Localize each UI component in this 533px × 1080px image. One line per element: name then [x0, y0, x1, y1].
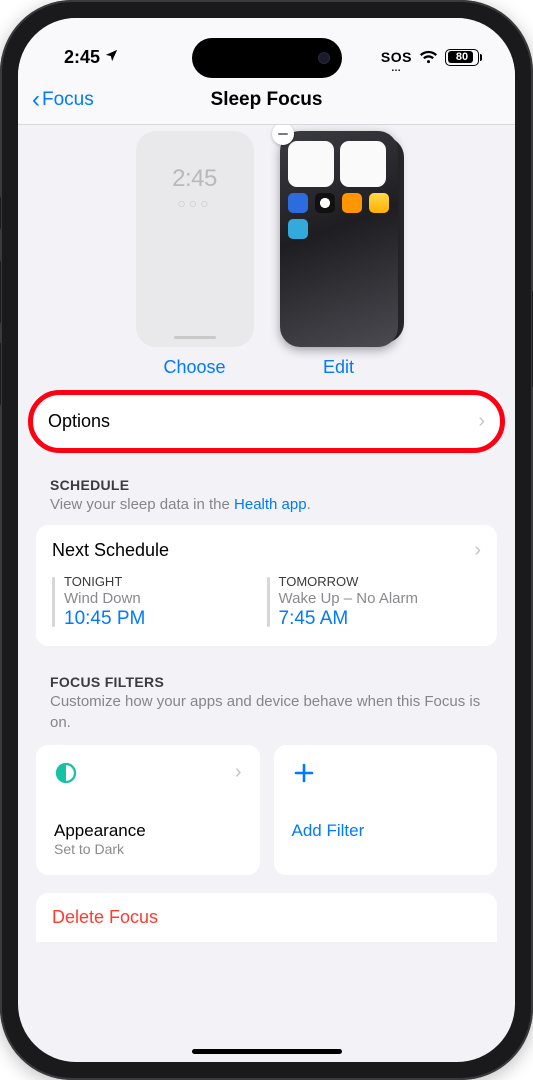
schedule-section: SCHEDULE View your sleep data in the Hea…: [18, 467, 515, 664]
add-filter-label: Add Filter: [292, 821, 480, 841]
lock-preview-dots: ○○○: [136, 195, 254, 211]
wifi-icon: [419, 50, 438, 64]
remove-badge[interactable]: [272, 125, 294, 145]
lock-screen-preview-col: 2:45 ○○○ Choose: [136, 131, 254, 378]
edit-button[interactable]: Edit: [323, 357, 354, 378]
health-app-link[interactable]: Health app: [234, 496, 307, 513]
nav-bar: ‹ Focus Sleep Focus: [18, 78, 515, 125]
battery-level: 80: [456, 51, 468, 63]
schedule-tomorrow: TOMORROW Wake Up – No Alarm 7:45 AM: [267, 574, 482, 630]
schedule-subtitle: View your sleep data in the Health app.: [36, 495, 497, 525]
page-title: Sleep Focus: [18, 89, 515, 111]
tomorrow-label: TOMORROW: [279, 574, 482, 589]
app-icon: [369, 193, 389, 213]
hardware-volume-down: [0, 342, 1, 406]
options-wrap: Options ›: [18, 390, 515, 467]
lock-preview-time: 2:45: [136, 131, 254, 193]
dynamic-island: [192, 38, 342, 78]
screen: 2:45 SOS 80 ‹ Focus Sl: [18, 18, 515, 1062]
app-icon: [288, 193, 308, 213]
app-icon: [315, 193, 335, 213]
tomorrow-desc: Wake Up – No Alarm: [279, 590, 482, 607]
lock-preview-homebar: [174, 336, 216, 339]
appearance-sub: Set to Dark: [54, 841, 242, 857]
delete-section: Delete Focus: [18, 875, 515, 942]
schedule-sub-prefix: View your sleep data in the: [50, 496, 234, 513]
add-filter-tile[interactable]: Add Filter: [274, 745, 498, 875]
choose-button[interactable]: Choose: [163, 357, 225, 378]
chevron-right-icon: ›: [235, 761, 242, 784]
schedule-header: SCHEDULE: [36, 467, 497, 495]
tonight-time: 10:45 PM: [64, 608, 267, 630]
app-icon: [342, 193, 362, 213]
schedule-sub-suffix: .: [307, 496, 311, 513]
status-right: SOS 80: [381, 49, 479, 66]
appearance-label: Appearance: [54, 821, 242, 841]
focus-filters-section: FOCUS FILTERS Customize how your apps an…: [18, 664, 515, 875]
device-frame: 2:45 SOS 80 ‹ Focus Sl: [0, 0, 533, 1080]
tonight-desc: Wind Down: [64, 590, 267, 607]
home-preview-front: [280, 131, 398, 347]
chevron-right-icon: ›: [478, 410, 485, 433]
battery-indicator: 80: [445, 49, 479, 66]
sos-indicator: SOS: [381, 49, 412, 65]
home-indicator[interactable]: [192, 1049, 342, 1054]
lock-screen-preview[interactable]: 2:45 ○○○: [136, 131, 254, 347]
widget: [288, 141, 334, 187]
focus-filters-header: FOCUS FILTERS: [18, 664, 515, 692]
hardware-silent-switch: [0, 196, 1, 230]
appearance-icon: [54, 761, 78, 785]
tonight-label: TONIGHT: [64, 574, 267, 589]
screen-previews: 2:45 ○○○ Choose: [18, 125, 515, 390]
content: 2:45 ○○○ Choose: [18, 125, 515, 1062]
delete-focus-button[interactable]: Delete Focus: [36, 893, 497, 942]
widget: [340, 141, 386, 187]
plus-icon: [292, 761, 316, 785]
hardware-volume-up: [0, 260, 1, 324]
location-icon: [104, 47, 119, 68]
options-label: Options: [48, 411, 110, 432]
status-left: 2:45: [64, 47, 119, 68]
tomorrow-time: 7:45 AM: [279, 608, 482, 630]
schedule-tonight: TONIGHT Wind Down 10:45 PM: [52, 574, 267, 630]
home-screen-preview-col: Edit: [280, 131, 398, 378]
next-schedule-card[interactable]: Next Schedule › TONIGHT Wind Down 10:45 …: [36, 525, 497, 646]
home-screen-preview[interactable]: [280, 131, 398, 347]
next-schedule-title: Next Schedule: [52, 540, 169, 561]
appearance-filter-tile[interactable]: › Appearance Set to Dark: [36, 745, 260, 875]
status-time: 2:45: [64, 47, 100, 68]
focus-filters-subtitle: Customize how your apps and device behav…: [18, 692, 515, 745]
options-row[interactable]: Options ›: [32, 394, 501, 449]
delete-focus-label: Delete Focus: [52, 907, 158, 927]
app-icon: [288, 219, 308, 239]
chevron-right-icon: ›: [474, 539, 481, 562]
